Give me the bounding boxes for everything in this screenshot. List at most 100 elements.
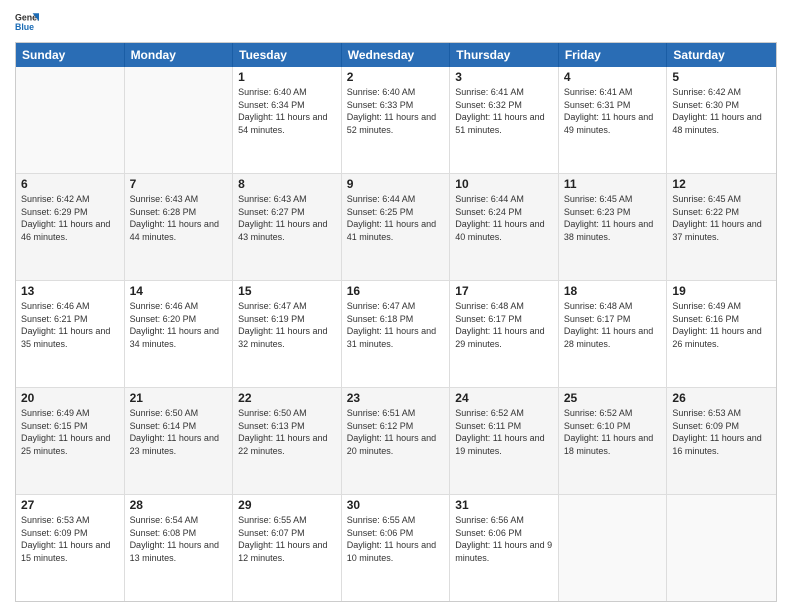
header-day-thursday: Thursday <box>450 43 559 67</box>
page: General Blue SundayMondayTuesdayWednesda… <box>0 0 792 612</box>
cell-text: Sunrise: 6:44 AM Sunset: 6:24 PM Dayligh… <box>455 193 553 243</box>
calendar-week-1: 1Sunrise: 6:40 AM Sunset: 6:34 PM Daylig… <box>16 67 776 173</box>
day-number: 17 <box>455 284 553 298</box>
day-number: 16 <box>347 284 445 298</box>
cell-text: Sunrise: 6:45 AM Sunset: 6:22 PM Dayligh… <box>672 193 771 243</box>
day-number: 26 <box>672 391 771 405</box>
calendar-cell: 31 Sunrise: 6:56 AM Sunset: 6:06 PM Dayli… <box>450 495 559 601</box>
day-number: 21 <box>130 391 228 405</box>
day-number: 27 <box>21 498 119 512</box>
cell-text: Sunrise: 6:40 AM Sunset: 6:33 PM Dayligh… <box>347 86 445 136</box>
calendar-cell: 19 Sunrise: 6:49 AM Sunset: 6:16 PM Dayli… <box>667 281 776 387</box>
calendar-cell: 4 Sunrise: 6:41 AM Sunset: 6:31 PM Daylig… <box>559 67 668 173</box>
calendar-header: SundayMondayTuesdayWednesdayThursdayFrid… <box>16 43 776 67</box>
day-number: 4 <box>564 70 662 84</box>
cell-text: Sunrise: 6:52 AM Sunset: 6:10 PM Dayligh… <box>564 407 662 457</box>
cell-text: Sunrise: 6:46 AM Sunset: 6:21 PM Dayligh… <box>21 300 119 350</box>
calendar-week-4: 20 Sunrise: 6:49 AM Sunset: 6:15 PM Dayli… <box>16 387 776 494</box>
cell-text: Sunrise: 6:49 AM Sunset: 6:16 PM Dayligh… <box>672 300 771 350</box>
header-day-monday: Monday <box>125 43 234 67</box>
day-number: 23 <box>347 391 445 405</box>
cell-text: Sunrise: 6:53 AM Sunset: 6:09 PM Dayligh… <box>21 514 119 564</box>
calendar-cell: 25 Sunrise: 6:52 AM Sunset: 6:10 PM Dayli… <box>559 388 668 494</box>
calendar: SundayMondayTuesdayWednesdayThursdayFrid… <box>15 42 777 602</box>
day-number: 13 <box>21 284 119 298</box>
day-number: 19 <box>672 284 771 298</box>
cell-text: Sunrise: 6:48 AM Sunset: 6:17 PM Dayligh… <box>564 300 662 350</box>
calendar-cell: 2 Sunrise: 6:40 AM Sunset: 6:33 PM Daylig… <box>342 67 451 173</box>
cell-text: Sunrise: 6:52 AM Sunset: 6:11 PM Dayligh… <box>455 407 553 457</box>
cell-text: Sunrise: 6:50 AM Sunset: 6:14 PM Dayligh… <box>130 407 228 457</box>
day-number: 22 <box>238 391 336 405</box>
day-number: 8 <box>238 177 336 191</box>
cell-text: Sunrise: 6:44 AM Sunset: 6:25 PM Dayligh… <box>347 193 445 243</box>
cell-text: Sunrise: 6:56 AM Sunset: 6:06 PM Dayligh… <box>455 514 553 564</box>
header-day-wednesday: Wednesday <box>342 43 451 67</box>
calendar-cell <box>125 67 234 173</box>
calendar-cell: 13 Sunrise: 6:46 AM Sunset: 6:21 PM Dayli… <box>16 281 125 387</box>
cell-text: Sunrise: 6:51 AM Sunset: 6:12 PM Dayligh… <box>347 407 445 457</box>
cell-text: Sunrise: 6:42 AM Sunset: 6:30 PM Dayligh… <box>672 86 771 136</box>
day-number: 25 <box>564 391 662 405</box>
cell-text: Sunrise: 6:49 AM Sunset: 6:15 PM Dayligh… <box>21 407 119 457</box>
cell-text: Sunrise: 6:47 AM Sunset: 6:19 PM Dayligh… <box>238 300 336 350</box>
cell-text: Sunrise: 6:41 AM Sunset: 6:31 PM Dayligh… <box>564 86 662 136</box>
calendar-cell: 15 Sunrise: 6:47 AM Sunset: 6:19 PM Dayli… <box>233 281 342 387</box>
day-number: 30 <box>347 498 445 512</box>
calendar-cell: 27 Sunrise: 6:53 AM Sunset: 6:09 PM Dayli… <box>16 495 125 601</box>
day-number: 29 <box>238 498 336 512</box>
day-number: 9 <box>347 177 445 191</box>
cell-text: Sunrise: 6:48 AM Sunset: 6:17 PM Dayligh… <box>455 300 553 350</box>
day-number: 12 <box>672 177 771 191</box>
cell-text: Sunrise: 6:43 AM Sunset: 6:27 PM Dayligh… <box>238 193 336 243</box>
day-number: 11 <box>564 177 662 191</box>
calendar-cell: 17 Sunrise: 6:48 AM Sunset: 6:17 PM Dayli… <box>450 281 559 387</box>
logo: General Blue <box>15 10 43 34</box>
calendar-week-2: 6 Sunrise: 6:42 AM Sunset: 6:29 PM Daylig… <box>16 173 776 280</box>
cell-text: Sunrise: 6:53 AM Sunset: 6:09 PM Dayligh… <box>672 407 771 457</box>
header-day-friday: Friday <box>559 43 668 67</box>
day-number: 15 <box>238 284 336 298</box>
day-number: 5 <box>672 70 771 84</box>
cell-text: Sunrise: 6:43 AM Sunset: 6:28 PM Dayligh… <box>130 193 228 243</box>
calendar-cell: 26 Sunrise: 6:53 AM Sunset: 6:09 PM Dayli… <box>667 388 776 494</box>
cell-text: Sunrise: 6:41 AM Sunset: 6:32 PM Dayligh… <box>455 86 553 136</box>
calendar-cell <box>667 495 776 601</box>
cell-text: Sunrise: 6:45 AM Sunset: 6:23 PM Dayligh… <box>564 193 662 243</box>
cell-text: Sunrise: 6:47 AM Sunset: 6:18 PM Dayligh… <box>347 300 445 350</box>
calendar-cell: 23 Sunrise: 6:51 AM Sunset: 6:12 PM Dayli… <box>342 388 451 494</box>
calendar-cell <box>559 495 668 601</box>
calendar-cell: 16 Sunrise: 6:47 AM Sunset: 6:18 PM Dayli… <box>342 281 451 387</box>
day-number: 6 <box>21 177 119 191</box>
cell-text: Sunrise: 6:55 AM Sunset: 6:07 PM Dayligh… <box>238 514 336 564</box>
day-number: 24 <box>455 391 553 405</box>
calendar-cell: 8 Sunrise: 6:43 AM Sunset: 6:27 PM Daylig… <box>233 174 342 280</box>
calendar-week-5: 27 Sunrise: 6:53 AM Sunset: 6:09 PM Dayli… <box>16 494 776 601</box>
calendar-cell: 9 Sunrise: 6:44 AM Sunset: 6:25 PM Daylig… <box>342 174 451 280</box>
cell-text: Sunrise: 6:55 AM Sunset: 6:06 PM Dayligh… <box>347 514 445 564</box>
day-number: 28 <box>130 498 228 512</box>
header-day-saturday: Saturday <box>667 43 776 67</box>
calendar-cell: 1Sunrise: 6:40 AM Sunset: 6:34 PM Daylig… <box>233 67 342 173</box>
calendar-cell: 28Sunrise: 6:54 AM Sunset: 6:08 PM Dayli… <box>125 495 234 601</box>
day-number: 20 <box>21 391 119 405</box>
calendar-cell: 18 Sunrise: 6:48 AM Sunset: 6:17 PM Dayli… <box>559 281 668 387</box>
cell-text: Sunrise: 6:42 AM Sunset: 6:29 PM Dayligh… <box>21 193 119 243</box>
calendar-cell: 22Sunrise: 6:50 AM Sunset: 6:13 PM Dayli… <box>233 388 342 494</box>
calendar-cell: 29 Sunrise: 6:55 AM Sunset: 6:07 PM Dayli… <box>233 495 342 601</box>
calendar-cell: 21 Sunrise: 6:50 AM Sunset: 6:14 PM Dayli… <box>125 388 234 494</box>
calendar-cell: 12 Sunrise: 6:45 AM Sunset: 6:22 PM Dayli… <box>667 174 776 280</box>
calendar-cell: 20 Sunrise: 6:49 AM Sunset: 6:15 PM Dayli… <box>16 388 125 494</box>
calendar-cell: 11 Sunrise: 6:45 AM Sunset: 6:23 PM Dayli… <box>559 174 668 280</box>
calendar-cell: 3Sunrise: 6:41 AM Sunset: 6:32 PM Daylig… <box>450 67 559 173</box>
calendar-week-3: 13 Sunrise: 6:46 AM Sunset: 6:21 PM Dayli… <box>16 280 776 387</box>
svg-text:Blue: Blue <box>15 22 34 32</box>
day-number: 18 <box>564 284 662 298</box>
calendar-cell: 6 Sunrise: 6:42 AM Sunset: 6:29 PM Daylig… <box>16 174 125 280</box>
calendar-cell: 24 Sunrise: 6:52 AM Sunset: 6:11 PM Dayli… <box>450 388 559 494</box>
calendar-cell: 30 Sunrise: 6:55 AM Sunset: 6:06 PM Dayli… <box>342 495 451 601</box>
calendar-body: 1Sunrise: 6:40 AM Sunset: 6:34 PM Daylig… <box>16 67 776 601</box>
day-number: 14 <box>130 284 228 298</box>
day-number: 2 <box>347 70 445 84</box>
day-number: 31 <box>455 498 553 512</box>
